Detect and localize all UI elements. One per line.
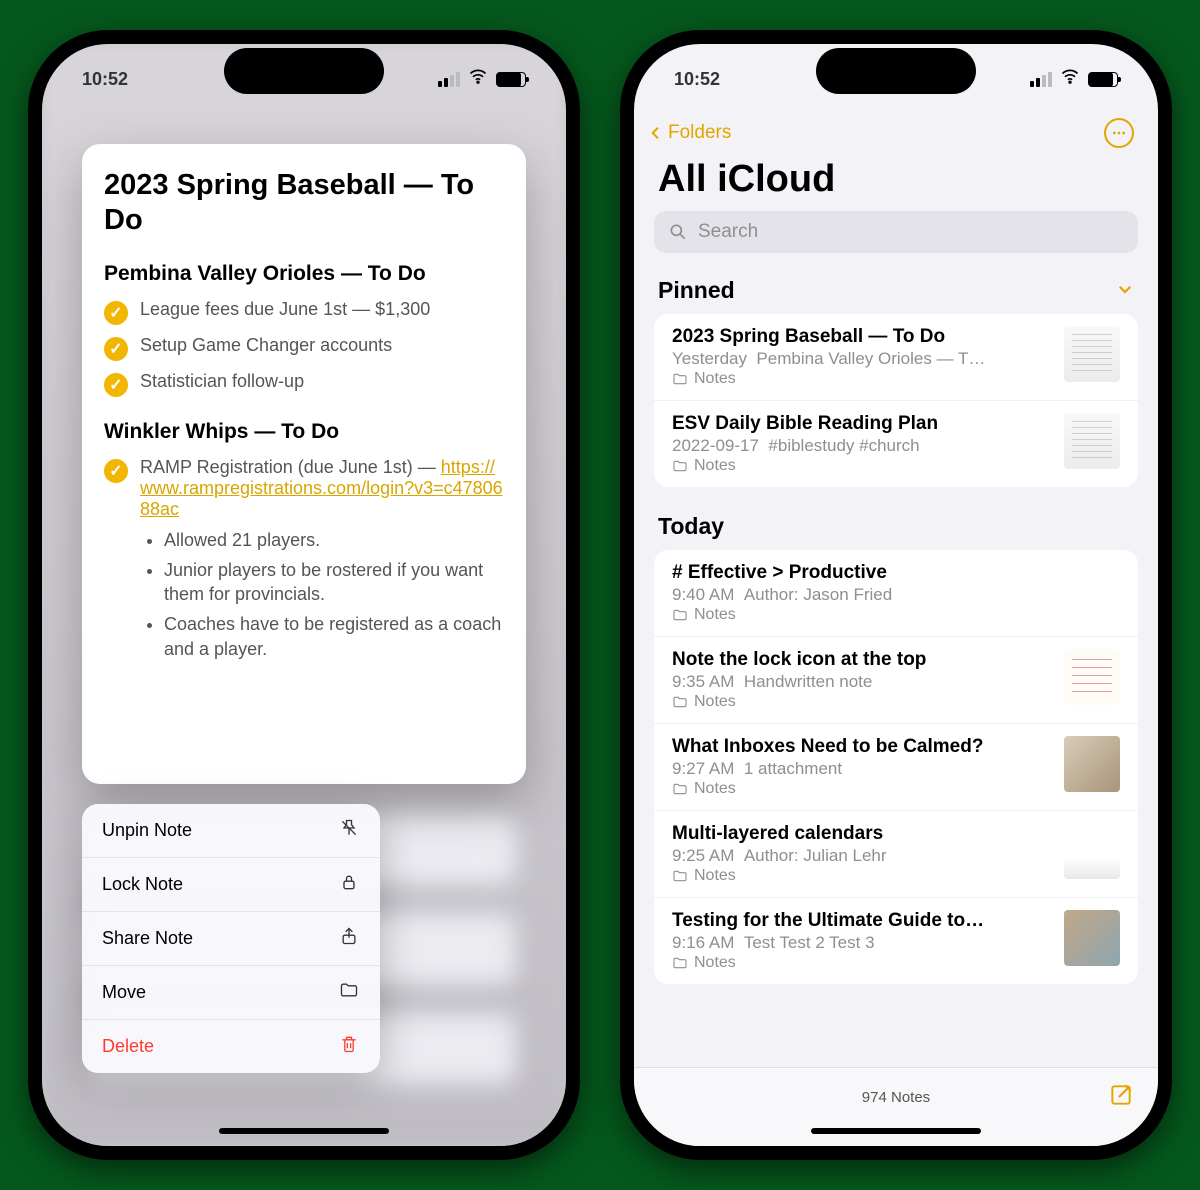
note-thumbnail	[1064, 649, 1120, 705]
battery-icon	[1088, 72, 1118, 87]
note-row-folder: Notes	[672, 605, 1120, 624]
checklist-item: ✓ RAMP Registration (due June 1st) — htt…	[104, 452, 504, 525]
more-button[interactable]	[1104, 118, 1134, 148]
phone-left: 10:52 2023 Spring Baseball — To Do Pembi…	[28, 30, 580, 1160]
sub-bullets: Allowed 21 players. Junior players to be…	[104, 525, 504, 664]
status-time: 10:52	[674, 69, 720, 90]
home-indicator[interactable]	[219, 1128, 389, 1134]
note-row-subtitle: 9:40 AM Author: Jason Fried	[672, 584, 1120, 605]
menu-delete[interactable]: Delete	[82, 1020, 380, 1073]
cellular-icon	[1030, 72, 1052, 87]
note-preview-card[interactable]: 2023 Spring Baseball — To Do Pembina Val…	[82, 144, 526, 784]
home-indicator[interactable]	[811, 1128, 981, 1134]
checklist-item: ✓League fees due June 1st — $1,300	[104, 294, 504, 330]
note-row-folder: Notes	[672, 456, 1050, 475]
check-icon: ✓	[104, 373, 128, 397]
note-row[interactable]: 2023 Spring Baseball — To DoYesterday Pe…	[654, 314, 1138, 401]
search-input[interactable]: Search	[654, 211, 1138, 253]
menu-unpin[interactable]: Unpin Note	[82, 804, 380, 858]
dynamic-island	[816, 48, 976, 94]
check-icon: ✓	[104, 301, 128, 325]
note-thumbnail	[1064, 823, 1120, 879]
note-title: 2023 Spring Baseball — To Do	[104, 168, 504, 238]
dynamic-island	[224, 48, 384, 94]
note-row-subtitle: 9:16 AM Test Test 2 Test 3	[672, 932, 1050, 953]
note-row[interactable]: Multi-layered calendars9:25 AM Author: J…	[654, 811, 1138, 898]
chevron-down-icon	[1116, 278, 1134, 304]
check-icon: ✓	[104, 459, 128, 483]
note-row-title: 2023 Spring Baseball — To Do	[672, 326, 1050, 348]
note-row[interactable]: Note the lock icon at the top9:35 AM Han…	[654, 637, 1138, 724]
note-row[interactable]: # Effective > Productive9:40 AM Author: …	[654, 550, 1138, 637]
phone-right: 10:52 Folders All iCloud Search	[620, 30, 1172, 1160]
section-today: Today	[634, 503, 1158, 546]
share-icon	[338, 926, 360, 951]
note-row-folder: Notes	[672, 369, 1050, 388]
note-row-folder: Notes	[672, 779, 1050, 798]
note-row-subtitle: 9:27 AM 1 attachment	[672, 758, 1050, 779]
folder-icon	[338, 980, 360, 1005]
note-thumbnail	[1064, 326, 1120, 382]
pinned-notes-list: 2023 Spring Baseball — To DoYesterday Pe…	[654, 314, 1138, 487]
note-row-folder: Notes	[672, 692, 1050, 711]
lock-icon	[338, 872, 360, 897]
check-icon: ✓	[104, 337, 128, 361]
note-row[interactable]: What Inboxes Need to be Calmed?9:27 AM 1…	[654, 724, 1138, 811]
bottom-toolbar: 974 Notes	[634, 1067, 1158, 1146]
note-row-title: Note the lock icon at the top	[672, 649, 1050, 671]
note-row-title: Multi-layered calendars	[672, 823, 1050, 845]
checklist-item: ✓Setup Game Changer accounts	[104, 330, 504, 366]
note-row-title: What Inboxes Need to be Calmed?	[672, 736, 1050, 758]
note-thumbnail	[1064, 736, 1120, 792]
search-icon	[668, 222, 688, 242]
status-time: 10:52	[82, 69, 128, 90]
trash-icon	[338, 1034, 360, 1059]
note-count: 974 Notes	[862, 1089, 930, 1106]
wifi-icon	[1060, 66, 1080, 92]
note-row[interactable]: ESV Daily Bible Reading Plan2022-09-17 #…	[654, 401, 1138, 487]
menu-lock[interactable]: Lock Note	[82, 858, 380, 912]
menu-share[interactable]: Share Note	[82, 912, 380, 966]
note-row-title: ESV Daily Bible Reading Plan	[672, 413, 1050, 435]
today-notes-list: # Effective > Productive9:40 AM Author: …	[654, 550, 1138, 984]
note-row-folder: Notes	[672, 953, 1050, 972]
note-row[interactable]: Testing for the Ultimate Guide to…9:16 A…	[654, 898, 1138, 984]
context-menu: Unpin Note Lock Note Share Note Move	[82, 804, 380, 1073]
note-thumbnail	[1064, 910, 1120, 966]
note-thumbnail	[1064, 413, 1120, 469]
checklist-item: ✓Statistician follow-up	[104, 366, 504, 402]
note-row-subtitle: Yesterday Pembina Valley Orioles — T…	[672, 348, 1050, 369]
wifi-icon	[468, 66, 488, 92]
note-row-subtitle: 2022-09-17 #biblestudy #church	[672, 435, 1050, 456]
note-row-title: Testing for the Ultimate Guide to…	[672, 910, 1050, 932]
page-title: All iCloud	[634, 154, 1158, 211]
note-row-title: # Effective > Productive	[672, 562, 1120, 584]
section-heading: Winkler Whips — To Do	[104, 420, 504, 444]
menu-move[interactable]: Move	[82, 966, 380, 1020]
compose-button[interactable]	[1108, 1082, 1134, 1112]
nav-bar: Folders	[634, 114, 1158, 154]
note-row-subtitle: 9:35 AM Handwritten note	[672, 671, 1050, 692]
section-pinned[interactable]: Pinned	[634, 267, 1158, 310]
unpin-icon	[338, 818, 360, 843]
battery-icon	[496, 72, 526, 87]
note-row-folder: Notes	[672, 866, 1050, 885]
note-row-subtitle: 9:25 AM Author: Julian Lehr	[672, 845, 1050, 866]
cellular-icon	[438, 72, 460, 87]
back-button[interactable]: Folders	[648, 122, 731, 144]
section-heading: Pembina Valley Orioles — To Do	[104, 262, 504, 286]
